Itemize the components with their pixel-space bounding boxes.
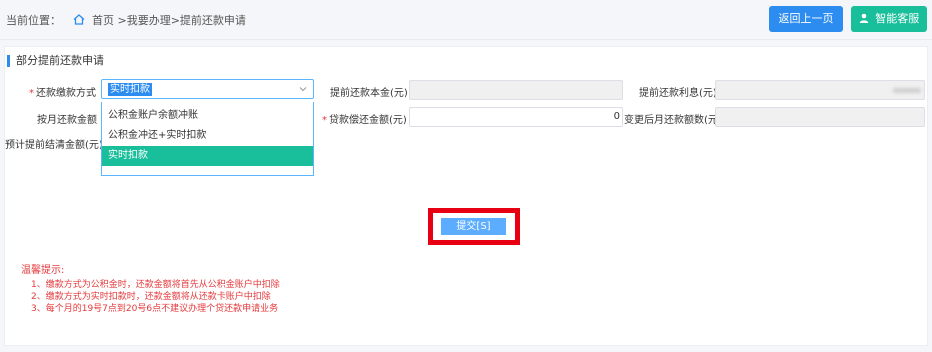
repay-method-dropdown: 公积金账户余额冲账 公积金冲还+实时扣款 实时扣款: [101, 102, 314, 176]
principal-label: 提前还款本金(元): [330, 88, 408, 99]
smart-service-label: 智能客服: [875, 12, 920, 25]
tip-item: 2、缴款方式为实时扣款时，还款金额将从还款卡账户中扣除: [31, 292, 271, 302]
tip-item: 1、缴款方式为公积金时，还款金额将首先从公积金账户中扣除: [31, 280, 280, 290]
smart-service-button[interactable]: 智能客服: [851, 6, 927, 32]
breadcrumb-trail: >我要办理>提前还款申请: [117, 14, 246, 27]
new-monthly-field: [715, 107, 925, 127]
back-button[interactable]: 返回上一页: [769, 6, 843, 32]
form-panel: 部分提前还款申请 * 还款缴款方式 实时扣款 提前还款本金(元) 提前还款利息(元…: [4, 46, 928, 346]
required-mark: *: [29, 88, 34, 99]
user-icon: [859, 13, 868, 23]
breadcrumb-prefix: 当前位置：: [6, 14, 61, 27]
chevron-down-icon[interactable]: [299, 85, 307, 93]
settle-amount-label: 预计提前结清金额(元): [5, 140, 103, 151]
interest-label: 提前还款利息(元): [639, 88, 717, 99]
section-title: 部分提前还款申请: [7, 55, 104, 67]
loan-repay-input[interactable]: 0: [409, 107, 623, 127]
breadcrumb: 当前位置： 首页 >我要办理>提前还款申请: [6, 12, 246, 28]
monthly-amount-label: 按月还款金额: [37, 115, 97, 126]
highlight-frame: 提交[S]: [428, 208, 520, 245]
loan-repay-value: 0: [613, 111, 620, 122]
repay-method-select[interactable]: 实时扣款: [101, 79, 314, 99]
loan-repay-label: * 贷款偿还金额(元): [322, 115, 407, 126]
tips-title: 温馨提示:: [21, 265, 65, 276]
tips-list: 1、缴款方式为公积金时，还款金额将首先从公积金账户中扣除 2、缴款方式为实时扣款…: [31, 279, 280, 315]
dropdown-option[interactable]: 公积金账户余额冲账: [102, 106, 313, 126]
dropdown-option-selected[interactable]: 实时扣款: [102, 146, 313, 166]
repay-method-label: * 还款缴款方式: [29, 88, 96, 99]
submit-button[interactable]: 提交[S]: [441, 218, 506, 235]
breadcrumb-home-link[interactable]: 首页: [92, 14, 114, 27]
tip-item: 3、每个月的19号7点到20号6点不建议办理个贷还款申请业务: [31, 304, 279, 314]
repay-method-value: 实时扣款: [108, 83, 152, 96]
required-mark: *: [322, 115, 327, 126]
dropdown-option[interactable]: 公积金冲还+实时扣款: [102, 126, 313, 146]
home-icon[interactable]: [73, 14, 85, 25]
back-button-label: 返回上一页: [778, 12, 834, 25]
principal-field: [409, 80, 623, 100]
top-bar: 当前位置： 首页 >我要办理>提前还款申请 返回上一页 智能客服: [0, 0, 932, 40]
new-monthly-label: 变更后月还款额数(元): [624, 115, 722, 126]
interest-blurred-value: [893, 88, 921, 93]
